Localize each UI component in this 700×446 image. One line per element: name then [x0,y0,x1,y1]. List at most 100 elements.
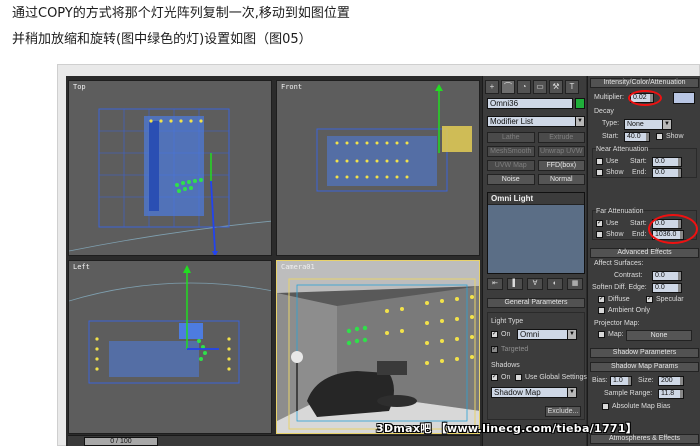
sample-range-spinner[interactable]: 11.8 [658,389,684,399]
light-color-swatch[interactable] [673,92,695,104]
far-use-checkbox[interactable]: ✓ [596,220,603,227]
diffuse-checkbox[interactable]: ✓ [598,296,605,303]
modifier-buttons: Lathe Extrude MeshSmooth Unwrap UVW UVW … [487,132,585,185]
shadow-parameters-rollout[interactable]: Shadow Parameters [590,348,699,358]
ffd-box-button[interactable]: FFD(box) [537,160,585,171]
configure-sets-icon[interactable]: ▦ [567,278,583,290]
display-tab-icon[interactable]: ⚒ [549,80,563,94]
caption-line-2: 并稍加放缩和旋转(图中绿色的灯)设置如图（图05） [12,32,312,47]
motion-tab-icon[interactable]: ▭ [533,80,547,94]
sample-range-label: Sample Range: [604,390,653,397]
diffuse-label: Diffuse [608,296,630,303]
object-name-field[interactable]: Omni36 [487,98,573,109]
soften-spinner[interactable]: 0.0 [652,283,682,293]
unwrap-uvw-button[interactable]: Unwrap UVW [537,146,585,157]
utilities-tab-icon[interactable]: T [565,80,579,94]
shadow-type-value: Shadow Map [494,388,541,397]
specular-checkbox[interactable]: ✓ [646,296,653,303]
meshsmooth-button[interactable]: MeshSmooth [487,146,535,157]
extrude-button[interactable]: Extrude [537,132,585,143]
near-start-spinner[interactable]: 0.0 [652,157,682,167]
pin-stack-icon[interactable]: ⇤ [487,278,503,290]
near-use-checkbox[interactable] [596,158,603,165]
viewport-top-label: Top [73,83,86,91]
shadows-on-checkbox[interactable]: ✓ [491,374,498,381]
noise-button[interactable]: Noise [487,174,535,185]
modify-tab-icon[interactable]: ⌒ [501,80,515,94]
left-view-scene [69,265,271,384]
command-panel: + ⌒ ◔ ▭ ⚒ T Omni36 Modifier List ▼ Lathe… [482,76,587,446]
viewport-top[interactable]: Top [68,80,272,256]
object-color-swatch[interactable] [575,98,585,109]
decay-show-checkbox[interactable] [656,133,663,140]
near-end-spinner[interactable]: 0.0 [652,168,682,178]
size-spinner[interactable]: 200 [658,376,684,386]
projector-map-button[interactable]: None [626,330,692,341]
intensity-rollout[interactable]: Intensity/Color/Attenuation [590,78,699,88]
light-on-checkbox[interactable]: ✓ [491,331,498,338]
far-attenuation-label: Far Attenuation [596,208,644,215]
decay-type-dropdown[interactable]: None ▼ [624,119,672,130]
affect-surfaces-label: Affect Surfaces: [594,260,644,267]
remove-modifier-icon[interactable]: ◐ [547,278,563,290]
viewport-left[interactable]: Left [68,260,272,434]
near-show-label: Show [606,169,624,176]
lathe-button[interactable]: Lathe [487,132,535,143]
caption-line-1: 通过COPY的方式将那个灯光阵列复制一次,移动到如图位置 [12,6,350,21]
viewport-front-label: Front [281,83,303,91]
absolute-map-bias-label: Absolute Map Bias [612,403,671,410]
light-parameters-panel: Intensity/Color/Attenuation Multiplier: … [587,76,700,446]
modifier-list-dropdown[interactable]: Modifier List ▼ [487,116,585,127]
make-unique-icon[interactable]: ∀ [527,278,543,290]
timeline: 0 / 100 [68,435,480,446]
projector-map-checkbox[interactable] [598,331,605,338]
decay-start-spinner[interactable]: 40.0 [624,132,650,142]
bias-spinner[interactable]: 1.0 [610,376,632,386]
soften-label: Soften Diff. Edge: [592,284,647,291]
create-tab-icon[interactable]: + [485,80,499,94]
uvw-map-button[interactable]: UVW Map [487,160,535,171]
near-show-checkbox[interactable] [596,169,603,176]
multiplier-label: Multiplier: [594,94,624,101]
use-global-settings-checkbox[interactable] [515,374,522,381]
normal-button[interactable]: Normal [537,174,585,185]
far-show-checkbox[interactable] [596,231,603,238]
near-start-label: Start: [630,158,647,165]
targeted-checkbox[interactable]: ✓ [491,346,498,353]
projector-map-label: Projector Map: [594,320,640,327]
decay-start-label: Start: [602,133,619,140]
chevron-down-icon: ▼ [567,388,576,397]
shadow-map-params-rollout[interactable]: Shadow Map Params [590,362,699,372]
far-end-label: End: [632,231,647,238]
decay-type-label: Type: [602,120,620,127]
stack-item-omni-light[interactable]: Omni Light [488,193,584,205]
contrast-spinner[interactable]: 0.0 [652,271,682,281]
show-end-result-icon[interactable]: ▌ [507,278,523,290]
advanced-effects-rollout[interactable]: Advanced Effects [590,248,699,258]
viewport-left-label: Left [73,263,90,271]
camera-render-scene [277,261,479,433]
modifier-stack[interactable]: Omni Light [487,192,585,274]
viewport-camera[interactable]: Camera01 [276,260,480,434]
viewport-front[interactable]: Front [276,80,480,256]
ambient-only-checkbox[interactable] [598,307,605,314]
front-view-scene [316,84,472,192]
use-global-settings-label: Use Global Settings [525,374,587,381]
light-type-dropdown[interactable]: Omni ▼ [517,329,577,340]
hierarchy-tab-icon[interactable]: ◔ [517,80,531,94]
time-slider[interactable]: 0 / 100 [84,437,158,446]
chevron-down-icon: ▼ [575,117,584,126]
exclude-button[interactable]: Exclude... [545,406,581,417]
absolute-map-bias-checkbox[interactable] [602,403,609,410]
far-use-label: Use [606,220,619,227]
shadow-type-dropdown[interactable]: Shadow Map ▼ [491,387,577,398]
ambient-only-label: Ambient Only [608,307,651,314]
far-show-label: Show [606,231,624,238]
general-parameters-rollout[interactable]: General Parameters [487,298,585,308]
multiplier-highlight [628,90,662,106]
contrast-label: Contrast: [614,272,643,279]
size-label: Size: [638,377,654,384]
stack-tools: ⇤ ▌ ∀ ◐ ▦ [487,278,585,292]
near-use-label: Use [606,158,619,165]
decay-show-label: Show [666,133,684,140]
